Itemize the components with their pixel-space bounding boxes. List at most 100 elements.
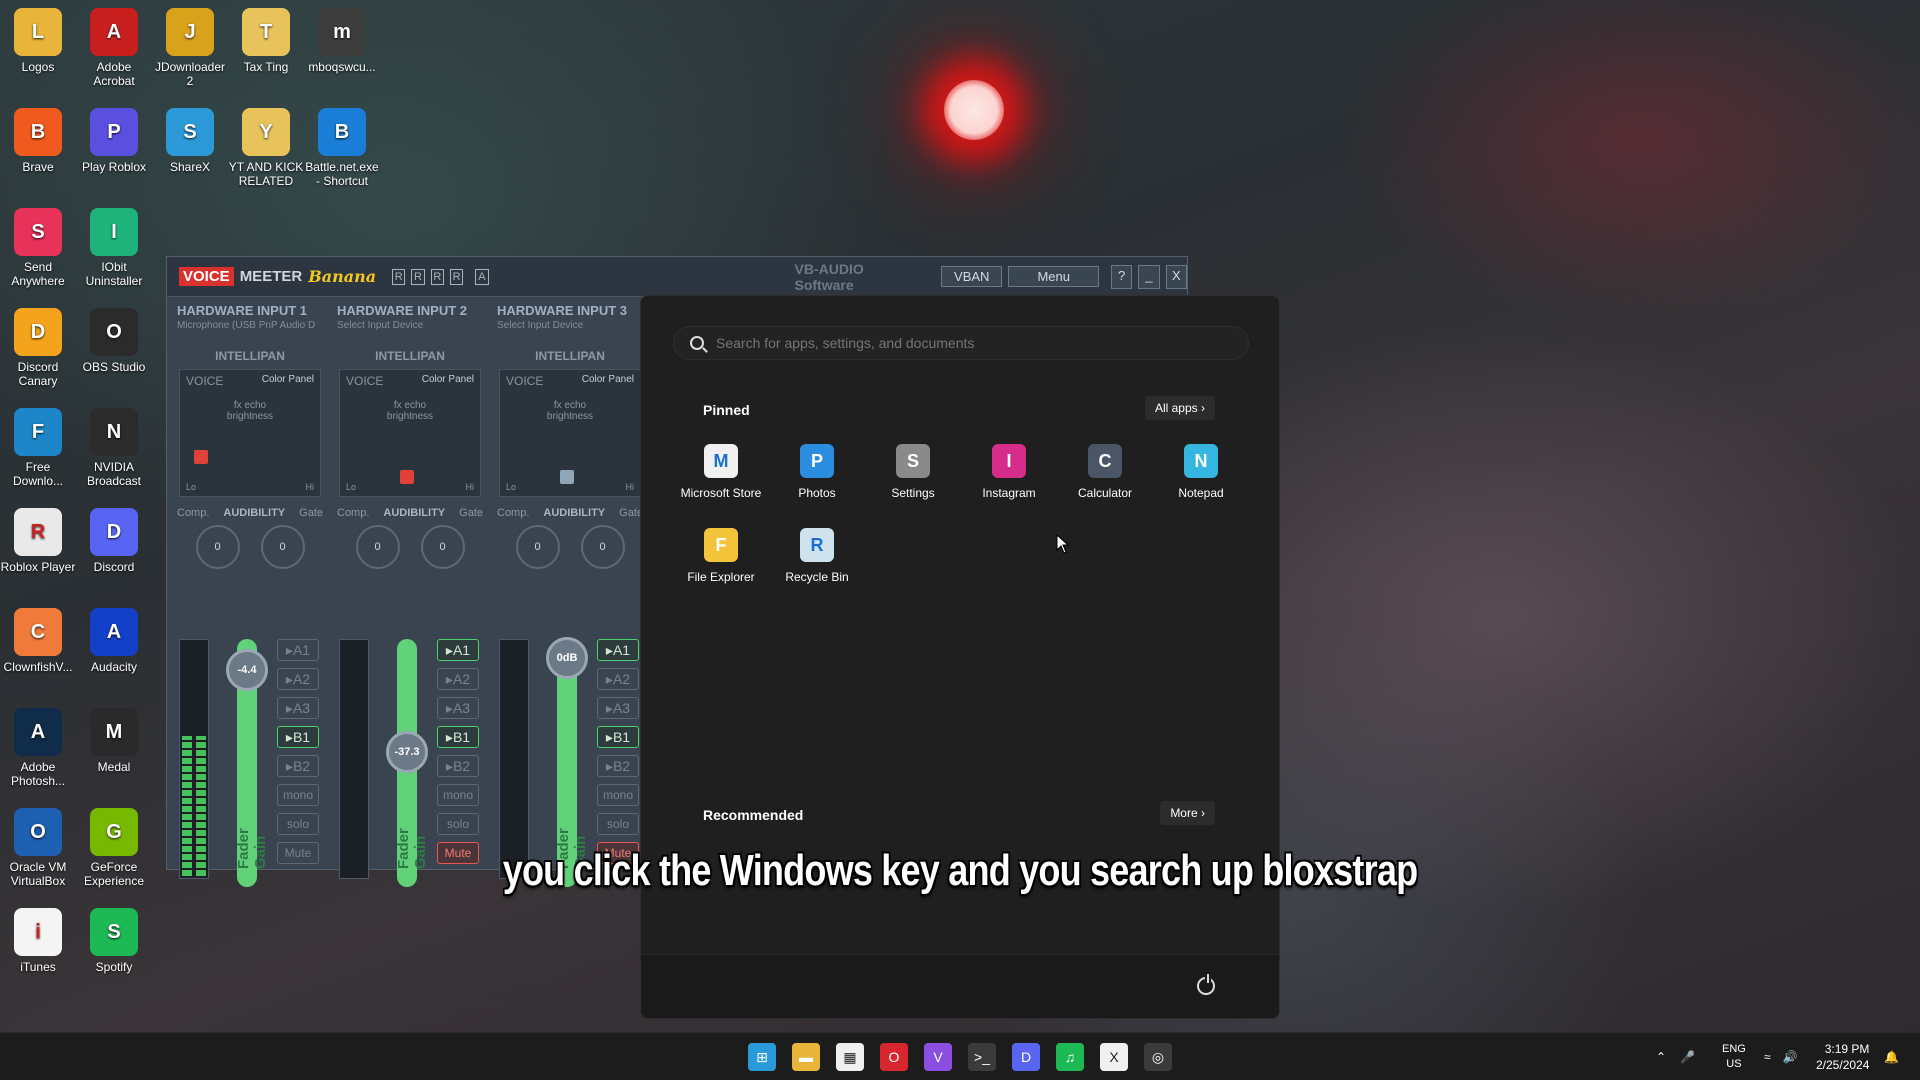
desktop-icon[interactable]: O Oracle VM VirtualBox	[0, 808, 76, 888]
calendar-icon[interactable]: ▦	[836, 1043, 864, 1071]
search-input[interactable]	[716, 335, 1216, 351]
menu-button[interactable]: Menu	[1008, 266, 1099, 287]
desktop-icon[interactable]: C ClownfishV...	[0, 608, 76, 674]
comp-knob[interactable]: 0	[515, 525, 560, 569]
desktop-icon[interactable]: S Spotify	[76, 908, 152, 974]
gate-knob[interactable]: 0	[420, 525, 465, 569]
desktop-icon[interactable]: R Roblox Player	[0, 508, 76, 574]
pan-position-dot[interactable]	[400, 470, 414, 484]
desktop-icon[interactable]: B Brave	[0, 108, 76, 174]
minimize-button[interactable]: _	[1138, 264, 1160, 289]
clock[interactable]: 3:19 PM 2/25/2024	[1816, 1033, 1869, 1080]
bus-a3-button[interactable]: ▸A3	[597, 697, 639, 719]
desktop-icon[interactable]: F Free Downlo...	[0, 408, 76, 488]
bus-b1-button[interactable]: ▸B1	[277, 726, 319, 748]
bus-b1-button[interactable]: ▸B1	[437, 726, 479, 748]
desktop-icon[interactable]: D Discord	[76, 508, 152, 574]
mono-button[interactable]: mono	[437, 784, 479, 806]
microphone-icon[interactable]: 🎤	[1680, 1050, 1695, 1064]
bus-b1-button[interactable]: ▸B1	[597, 726, 639, 748]
bus-b2-button[interactable]: ▸B2	[597, 755, 639, 777]
capcut-icon[interactable]: X	[1100, 1043, 1128, 1071]
desktop-icon[interactable]: J JDownloader 2	[152, 8, 228, 88]
comp-knob[interactable]: 0	[195, 525, 240, 569]
bus-a3-button[interactable]: ▸A3	[277, 697, 319, 719]
close-button[interactable]: X	[1165, 264, 1188, 289]
solo-button[interactable]: solo	[437, 813, 479, 835]
pan-position-dot[interactable]	[560, 470, 574, 484]
bus-a1-button[interactable]: ▸A1	[597, 639, 639, 661]
tray-status[interactable]: ≈ 🔊	[1764, 1033, 1798, 1080]
bus-a3-button[interactable]: ▸A3	[437, 697, 479, 719]
discord-icon[interactable]: D	[1012, 1043, 1040, 1071]
voicemeeter-titlebar[interactable]: VOICE MEETER Banana R R R R A VB-AUDIO S…	[167, 257, 1188, 297]
comp-knob[interactable]: 0	[355, 525, 400, 569]
power-icon[interactable]	[1197, 974, 1215, 995]
vban-button[interactable]: VBAN	[941, 266, 1003, 287]
device-select[interactable]: Select Input Device	[491, 318, 649, 333]
help-button[interactable]: ?	[1110, 264, 1133, 289]
bus-b2-button[interactable]: ▸B2	[437, 755, 479, 777]
desktop-icon[interactable]: D Discord Canary	[0, 308, 76, 388]
desktop-icon[interactable]: P Play Roblox	[76, 108, 152, 174]
pinned-app[interactable]: I Instagram	[961, 444, 1057, 500]
opera-icon[interactable]: O	[880, 1043, 908, 1071]
desktop-icon[interactable]: Y YT AND KICK RELATED	[228, 108, 304, 188]
bus-a2-button[interactable]: ▸A2	[437, 668, 479, 690]
desktop-icon[interactable]: G GeForce Experience	[76, 808, 152, 888]
gate-knob[interactable]: 0	[260, 525, 305, 569]
desktop-icon[interactable]: A Audacity	[76, 608, 152, 674]
pinned-app[interactable]: S Settings	[865, 444, 961, 500]
terminal-icon[interactable]: >_	[968, 1043, 996, 1071]
desktop-icon[interactable]: A Adobe Photosh...	[0, 708, 76, 788]
desktop-icon[interactable]: L Logos	[0, 8, 76, 74]
more-button[interactable]: More ›	[1160, 801, 1215, 825]
file-explorer-icon[interactable]: ▬	[792, 1043, 820, 1071]
desktop-icon[interactable]: i iTunes	[0, 908, 76, 974]
bus-b2-button[interactable]: ▸B2	[277, 755, 319, 777]
intellipan-pad[interactable]: VOICE Color Panel fx echo brightness Lo H…	[339, 369, 481, 497]
desktop-icon[interactable]: B Battle.net.exe - Shortcut	[304, 108, 380, 188]
desktop-icon[interactable]: M Medal	[76, 708, 152, 774]
pinned-app[interactable]: C Calculator	[1057, 444, 1153, 500]
start-search-box[interactable]	[673, 326, 1249, 360]
chevron-up-icon[interactable]: ⌃	[1656, 1050, 1666, 1064]
gate-knob[interactable]: 0	[580, 525, 625, 569]
all-apps-button[interactable]: All apps ›	[1144, 396, 1215, 420]
bus-a2-button[interactable]: ▸A2	[277, 668, 319, 690]
vpn-icon[interactable]: V	[924, 1043, 952, 1071]
pan-position-dot[interactable]	[194, 450, 208, 464]
device-select[interactable]: Select Input Device	[331, 318, 489, 333]
pinned-app[interactable]: P Photos	[769, 444, 865, 500]
intellipan-pad[interactable]: VOICE Color Panel fx echo brightness Lo H…	[179, 369, 321, 497]
pinned-app[interactable]: N Notepad	[1153, 444, 1249, 500]
intellipan-pad[interactable]: VOICE Color Panel fx echo brightness Lo H…	[499, 369, 641, 497]
fader-knob[interactable]: -4.4	[226, 649, 268, 691]
bus-a2-button[interactable]: ▸A2	[597, 668, 639, 690]
pinned-app[interactable]: R Recycle Bin	[769, 528, 865, 584]
fader-knob[interactable]: 0dB	[546, 637, 588, 679]
desktop-icon[interactable]: O OBS Studio	[76, 308, 152, 374]
desktop-icon[interactable]: m mboqswcu...	[304, 8, 380, 74]
language-indicator[interactable]: ENG US	[1722, 1033, 1746, 1080]
solo-button[interactable]: solo	[277, 813, 319, 835]
pinned-app[interactable]: M Microsoft Store	[673, 444, 769, 500]
obs-icon[interactable]: ◎	[1144, 1043, 1172, 1071]
pinned-app[interactable]: F File Explorer	[673, 528, 769, 584]
desktop-icon[interactable]: T Tax Ting	[228, 8, 304, 74]
solo-button[interactable]: solo	[597, 813, 639, 835]
desktop-icon[interactable]: S ShareX	[152, 108, 228, 174]
desktop-icon[interactable]: I IObit Uninstaller	[76, 208, 152, 288]
spotify-icon[interactable]: ♫	[1056, 1043, 1084, 1071]
fader-knob[interactable]: -37.3	[386, 731, 428, 773]
mono-button[interactable]: mono	[277, 784, 319, 806]
desktop-icon[interactable]: N NVIDIA Broadcast	[76, 408, 152, 488]
desktop-icon[interactable]: A Adobe Acrobat	[76, 8, 152, 88]
mono-button[interactable]: mono	[597, 784, 639, 806]
bus-a1-button[interactable]: ▸A1	[437, 639, 479, 661]
start-icon[interactable]: ⊞	[748, 1043, 776, 1071]
notification-bell-icon[interactable]: 🔔	[1884, 1033, 1899, 1080]
desktop-icon[interactable]: S Send Anywhere	[0, 208, 76, 288]
device-select[interactable]: Microphone (USB PnP Audio D	[171, 318, 329, 333]
bus-a1-button[interactable]: ▸A1	[277, 639, 319, 661]
